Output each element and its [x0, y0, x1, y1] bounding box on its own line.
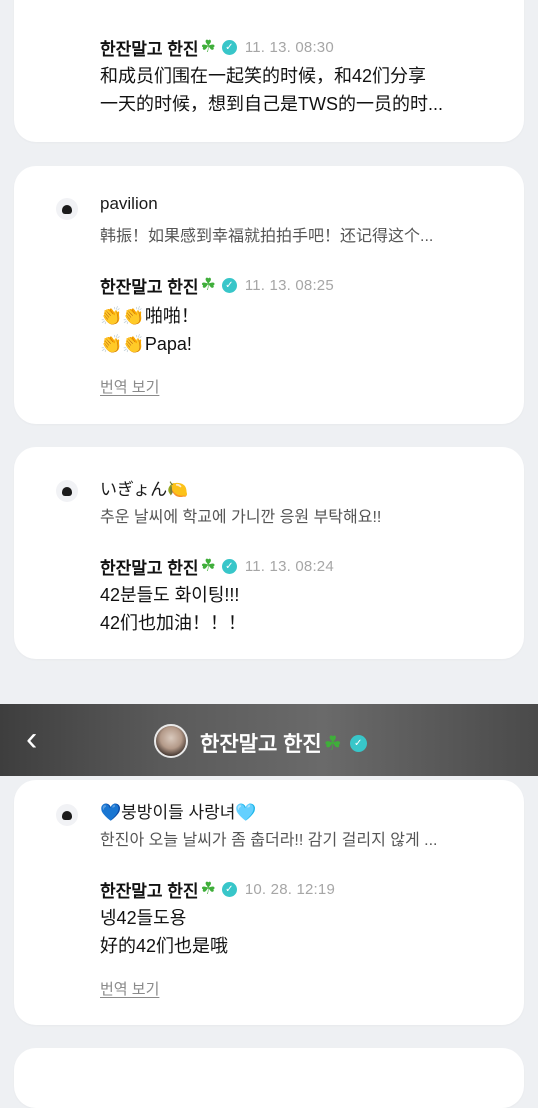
- artist-line: 한잔말고 한진 ☘ ✓ 11. 13. 08:30: [100, 36, 334, 59]
- timestamp: 11. 13. 08:30: [244, 38, 334, 56]
- translate-link[interactable]: 번역 보기: [100, 376, 159, 397]
- reply-card[interactable]: [14, 1048, 524, 1108]
- translate-link[interactable]: 번역 보기: [100, 978, 159, 999]
- artist-reply: 👏👏啪啪！ 👏👏Papa!: [100, 306, 199, 354]
- fan-name: pavilion: [100, 194, 158, 213]
- timestamp: 10. 28. 12:19: [244, 880, 336, 898]
- fan-message: 추운 날씨에 학교에 가니깐 응원 부탁해요!!: [100, 509, 382, 526]
- clover-icon: ☘: [200, 275, 216, 294]
- artist-name: 한잔말고 한진: [100, 277, 199, 297]
- artist-reply: 넹42들도용 好的42们也是哦: [100, 908, 229, 956]
- lemon-icon: 🍋: [167, 480, 189, 499]
- clover-icon: ☘: [200, 556, 216, 575]
- clover-icon: ☘: [200, 879, 216, 898]
- header-title: 한잔말고 한진 ☘ ✓: [200, 728, 367, 758]
- chat-header: ‹ 한잔말고 한진 ☘ ✓: [0, 704, 538, 776]
- verified-icon: ✓: [221, 277, 237, 293]
- verified-icon: ✓: [349, 734, 367, 752]
- timestamp: 11. 13. 08:25: [244, 276, 334, 294]
- artist-reply: 和成员们围在一起笑的时候，和42们分享 一天的时候，想到自己是TWS的一员的时.…: [100, 66, 443, 114]
- blue-heart-icon: 💙: [100, 803, 122, 822]
- clover-icon: ☘: [200, 37, 216, 56]
- clapping-hands-icon: 👏👏: [100, 334, 145, 354]
- fan-message: 한진아 오늘 날씨가 좀 춥더라!! 감기 걸리지 않게 ...: [100, 832, 438, 849]
- chevron-left-icon[interactable]: ‹: [26, 722, 58, 756]
- reply-card[interactable]: いぎょん🍋 추운 날씨에 학교에 가니깐 응원 부탁해요!! 한잔말고 한진 ☘…: [14, 447, 524, 659]
- timestamp: 11. 13. 08:24: [244, 557, 334, 575]
- reply-card[interactable]: pavilion 韩振！如果感到幸福就拍拍手吧！还记得这个... 한잔말고 한진…: [14, 166, 524, 424]
- artist-name: 한잔말고 한진: [100, 558, 199, 578]
- artist-avatar[interactable]: [154, 724, 188, 758]
- artist-name: 한잔말고 한진: [100, 881, 199, 901]
- artist-line: 한잔말고 한진 ☘ ✓ 10. 28. 12:19: [100, 878, 336, 901]
- fan-avatar: [56, 804, 78, 826]
- verified-icon: ✓: [221, 39, 237, 55]
- clapping-hands-icon: 👏👏: [100, 306, 145, 326]
- artist-reply: 42분들도 화이팅!!! 42们也加油！！！: [100, 585, 247, 633]
- fan-message: 韩振！如果感到幸福就拍拍手吧！还记得这个...: [100, 228, 434, 245]
- fan-avatar: [56, 198, 78, 220]
- artist-line: 한잔말고 한진 ☘ ✓ 11. 13. 08:24: [100, 555, 334, 578]
- artist-name: 한잔말고 한진: [100, 39, 199, 59]
- reply-card[interactable]: 💙붕방이들 사랑녀🩵 한진아 오늘 날씨가 좀 춥더라!! 감기 걸리지 않게 …: [14, 780, 524, 1025]
- fan-avatar: [56, 480, 78, 502]
- verified-icon: ✓: [221, 558, 237, 574]
- artist-line: 한잔말고 한진 ☘ ✓ 11. 13. 08:25: [100, 274, 334, 297]
- reply-card[interactable]: 한잔말고 한진 ☘ ✓ 11. 13. 08:30 和成员们围在一起笑的时候，和…: [14, 0, 524, 142]
- fan-name: 💙붕방이들 사랑녀🩵: [100, 803, 257, 822]
- verified-icon: ✓: [221, 881, 237, 897]
- teal-heart-icon: 🩵: [235, 803, 257, 822]
- clover-icon: ☘: [323, 732, 342, 755]
- fan-name: いぎょん🍋: [100, 480, 189, 499]
